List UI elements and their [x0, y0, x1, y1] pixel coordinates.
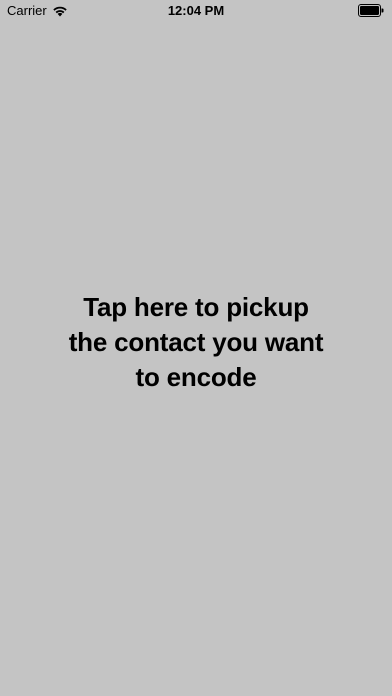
status-bar: Carrier 12:04 PM: [0, 0, 392, 22]
app-screen: Carrier 12:04 PM Tap here to pickup the …: [0, 0, 392, 696]
status-time: 12:04 PM: [167, 3, 225, 18]
battery-full-icon: [358, 4, 384, 17]
pick-contact-prompt[interactable]: Tap here to pickup the contact you want …: [20, 290, 372, 395]
